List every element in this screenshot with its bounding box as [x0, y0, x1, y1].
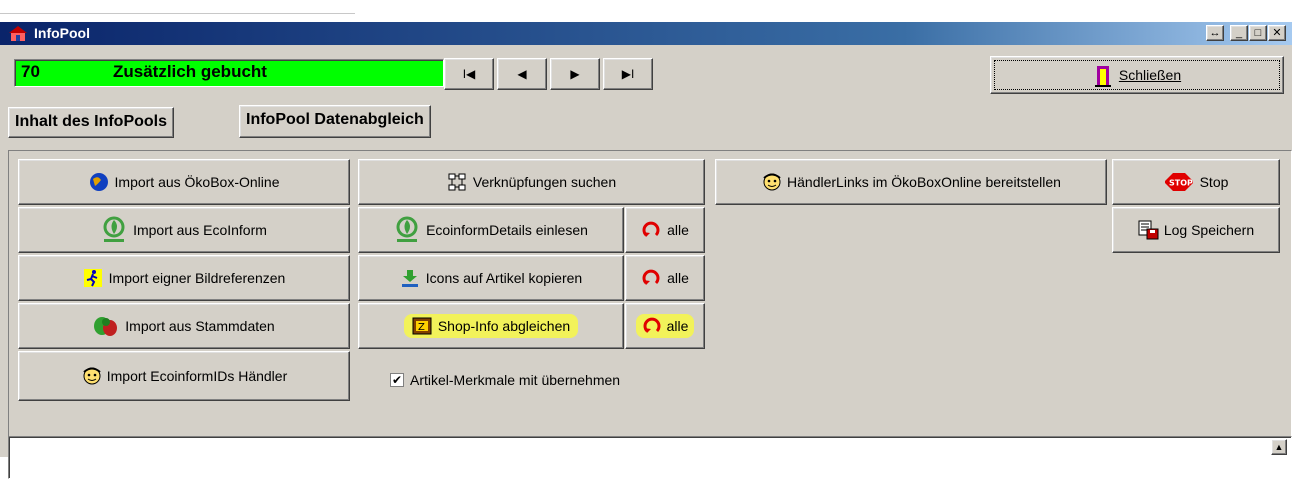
save-log-icon: [1138, 220, 1159, 240]
window-title: InfoPool: [34, 25, 90, 41]
infopool-window: InfoPool ↔ _ □ ✕ 70 Zusätzlich gebucht I…: [0, 22, 1292, 479]
import-oekobox-label: Import aus ÖkoBox-Online: [114, 174, 280, 190]
status-number: 70: [21, 62, 40, 81]
svg-text:STOP: STOP: [1169, 179, 1193, 188]
shop-info-button[interactable]: Z Shop-Info abgleichen: [358, 303, 624, 349]
nav-last-button[interactable]: ▶I: [603, 58, 653, 90]
artikel-merkmale-checkbox[interactable]: ✔: [390, 373, 404, 387]
globe-icon: [89, 172, 109, 192]
shop-info-alle-highlight: alle: [635, 314, 695, 338]
log-speichern-label: Log Speichern: [1163, 222, 1255, 238]
verknuepfungen-button[interactable]: Verknüpfungen suchen: [358, 159, 705, 205]
restore-arrows-button[interactable]: ↔: [1206, 25, 1224, 41]
refresh-icon: [641, 220, 661, 240]
alle-label: alle: [667, 222, 689, 238]
ecoinform-details-alle-button[interactable]: alle: [625, 207, 705, 253]
import-stammdaten-button[interactable]: Import aus Stammdaten: [18, 303, 350, 349]
icons-kopieren-alle-button[interactable]: alle: [625, 255, 705, 301]
title-bar: InfoPool ↔ _ □ ✕: [0, 22, 1292, 45]
nav-first-button[interactable]: I◀: [444, 58, 494, 90]
close-window-button[interactable]: ✕: [1268, 25, 1286, 41]
tab-datenabgleich[interactable]: InfoPool Datenabgleich: [239, 105, 431, 138]
import-bildreferenzen-button[interactable]: Import eigner Bildreferenzen: [18, 255, 350, 301]
merchant-face-icon: [761, 172, 781, 192]
nav-next-button[interactable]: ▶: [550, 58, 600, 90]
stop-label: Stop: [1199, 174, 1229, 190]
close-button[interactable]: Schließen: [990, 56, 1284, 94]
import-stammdaten-label: Import aus Stammdaten: [125, 318, 275, 334]
minimize-button[interactable]: _: [1230, 25, 1248, 41]
vegetables-icon: [93, 314, 119, 338]
stop-button[interactable]: STOP Stop: [1112, 159, 1280, 205]
shop-info-alle-button[interactable]: alle: [625, 303, 705, 349]
close-button-label: Schließen: [1118, 67, 1182, 83]
top-divider: [0, 13, 355, 14]
icons-kopieren-label: Icons auf Artikel kopieren: [425, 270, 583, 286]
network-links-icon: [447, 172, 467, 192]
import-ecoinformids-button[interactable]: Import EcoinformIDs Händler: [18, 351, 350, 401]
download-arrow-icon: [400, 268, 420, 288]
haendlerlinks-label: HändlerLinks im ÖkoBoxOnline bereitstell…: [787, 174, 1061, 190]
stop-sign-icon: STOP: [1164, 172, 1194, 192]
artikel-merkmale-label: Artikel-Merkmale mit übernehmen: [410, 372, 621, 388]
door-exit-icon: [1093, 65, 1113, 87]
app-icon: [8, 25, 28, 41]
shop-info-highlight: Z Shop-Info abgleichen: [403, 314, 579, 338]
haendlerlinks-button[interactable]: HändlerLinks im ÖkoBoxOnline bereitstell…: [715, 159, 1107, 205]
ecoinform-logo-icon: [101, 216, 127, 244]
import-oekobox-button[interactable]: Import aus ÖkoBox-Online: [18, 159, 350, 205]
refresh-icon: [642, 316, 662, 336]
alle-label: alle: [667, 270, 689, 286]
icons-kopieren-button[interactable]: Icons auf Artikel kopieren: [358, 255, 624, 301]
ecoinform-logo-icon: [394, 216, 420, 244]
running-person-icon: [83, 268, 103, 288]
status-text: Zusätzlich gebucht: [113, 62, 267, 81]
tab-inhalt[interactable]: Inhalt des InfoPools: [8, 107, 175, 138]
verknuepfungen-label: Verknüpfungen suchen: [472, 174, 617, 190]
ecoinform-details-button[interactable]: EcoinformDetails einlesen: [358, 207, 624, 253]
scroll-up-button[interactable]: ▲: [1271, 439, 1287, 455]
import-ecoinform-button[interactable]: Import aus EcoInform: [18, 207, 350, 253]
artikel-merkmale-checkbox-row[interactable]: ✔ Artikel-Merkmale mit übernehmen: [390, 372, 620, 388]
shop-info-label: Shop-Info abgleichen: [437, 318, 571, 334]
alle-label: alle: [666, 318, 689, 334]
import-ecoinformids-label: Import EcoinformIDs Händler: [106, 368, 288, 384]
maximize-button[interactable]: □: [1249, 25, 1267, 41]
shop-calendar-icon: Z: [412, 316, 432, 336]
log-speichern-button[interactable]: Log Speichern: [1112, 207, 1280, 253]
merchant-face-icon: [81, 366, 101, 386]
status-field: 70 Zusätzlich gebucht: [14, 59, 444, 87]
import-ecoinform-label: Import aus EcoInform: [133, 222, 267, 238]
svg-text:Z: Z: [418, 322, 425, 333]
import-bildreferenzen-label: Import eigner Bildreferenzen: [108, 270, 286, 286]
nav-prev-button[interactable]: ◀: [497, 58, 547, 90]
log-textarea[interactable]: ▲: [8, 436, 1292, 479]
refresh-icon: [641, 268, 661, 288]
ecoinform-details-label: EcoinformDetails einlesen: [426, 222, 588, 238]
